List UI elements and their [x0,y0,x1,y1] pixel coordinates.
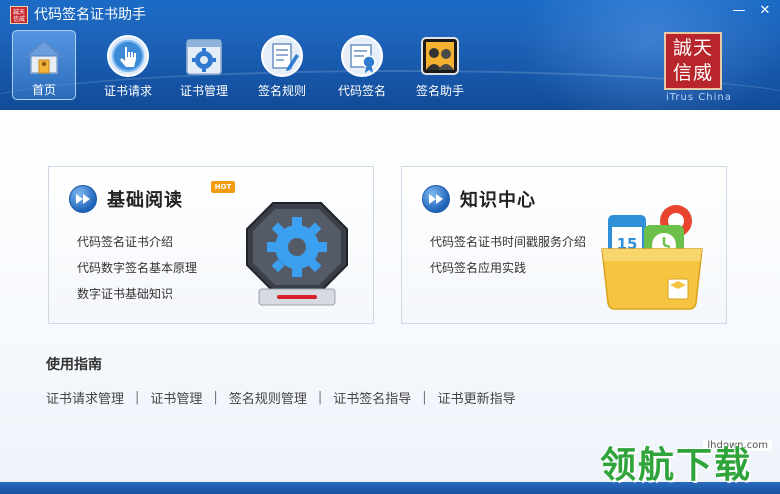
card-knowledge-center: 知识中心 代码签名证书时间戳服务介绍 代码签名应用实践 15 [401,166,727,324]
seal-line-1: 誠天 [672,37,713,59]
seal-line-2: 信威 [672,62,713,84]
fast-forward-icon [422,185,450,213]
toolbar-item-sign-rules[interactable]: 签名规则 [250,30,314,100]
separator: | [317,390,323,405]
separator: | [422,390,427,405]
toolbar-item-label: 代码签名 [337,84,386,98]
window-controls: — ✕ [728,2,776,20]
document-pen-icon [260,34,304,78]
guide-link-cert-sign[interactable]: 证书签名指导 [333,388,411,407]
toolbar-item-label: 签名助手 [415,84,464,98]
toolbar-item-label: 证书请求 [103,84,152,98]
toolbar-item-label: 证书管理 [179,84,228,98]
separator: | [213,390,218,405]
guide-link-cert-manage[interactable]: 证书管理 [150,388,202,407]
guide-link-cert-request[interactable]: 证书请求管理 [46,388,124,407]
main-content: 基础阅读 HOT 代码签名证书介绍 代码数字签名基本原理 数字证书基础知识 知识… [0,110,780,482]
guide-link-bar: 证书请求管理 | 证书管理 | 签名规则管理 | 证书签名指导 | 证书更新指导 [46,388,516,407]
toolbar-item-cert-manage[interactable]: 证书管理 [172,30,236,100]
app-window: 誠天 信威 代码签名证书助手 — ✕ 首页 证书请求 证书管理 签名规则 代码签… [0,0,780,494]
guide-link-sign-rules[interactable]: 签名规则管理 [229,388,307,407]
certificate-icon [340,34,384,78]
guide-title: 使用指南 [46,357,102,373]
toolbar-item-home[interactable]: 首页 [12,30,76,100]
toolbar-item-label: 签名规则 [257,84,306,98]
fast-forward-icon [69,185,97,213]
window-title: 代码签名证书助手 [34,7,146,23]
link-code-sign-principle[interactable]: 代码数字签名基本原理 [77,255,197,281]
toolbar-item-label: 首页 [31,83,56,97]
link-digital-cert-basics[interactable]: 数字证书基础知识 [77,281,197,307]
hot-badge: HOT [211,181,235,193]
card-title: 基础阅读 [107,190,183,211]
assistant-icon [418,34,462,78]
gear-device-illustration [245,201,349,309]
card-heading: 知识中心 [422,185,536,213]
hand-pointer-icon [106,34,150,78]
separator: | [135,390,140,405]
card-heading: 基础阅读 [69,185,183,213]
toolbar-item-code-sign[interactable]: 代码签名 [330,30,394,100]
toolbar-item-sign-assistant[interactable]: 签名助手 [408,30,472,100]
link-code-sign-practice[interactable]: 代码签名应用实践 [430,255,586,281]
card-basic-reading: 基础阅读 HOT 代码签名证书介绍 代码数字签名基本原理 数字证书基础知识 [48,166,374,324]
toolbar-item-cert-request[interactable]: 证书请求 [96,30,160,100]
close-button[interactable]: ✕ [754,2,776,20]
link-timestamp-service-intro[interactable]: 代码签名证书时间戳服务介绍 [430,229,586,255]
gear-folder-icon [182,34,226,78]
brand-seal-logo: 誠天 信威 [664,32,722,90]
header-bar: 誠天 信威 代码签名证书助手 — ✕ 首页 证书请求 证书管理 签名规则 代码签… [0,0,780,110]
app-logo-icon: 誠天 信威 [10,6,28,24]
brand-subtext: iTrus China [666,92,732,103]
card-link-list: 代码签名证书介绍 代码数字签名基本原理 数字证书基础知识 [77,229,197,307]
card-title: 知识中心 [460,190,536,211]
minimize-button[interactable]: — [728,2,750,20]
card-link-list: 代码签名证书时间戳服务介绍 代码签名应用实践 [430,229,586,281]
link-code-sign-cert-intro[interactable]: 代码签名证书介绍 [77,229,197,255]
home-icon [22,35,66,79]
guide-link-cert-renew[interactable]: 证书更新指导 [438,388,516,407]
watermark-text: 领航下载 [600,445,753,486]
folder-apps-illustration: 15 [598,201,708,313]
